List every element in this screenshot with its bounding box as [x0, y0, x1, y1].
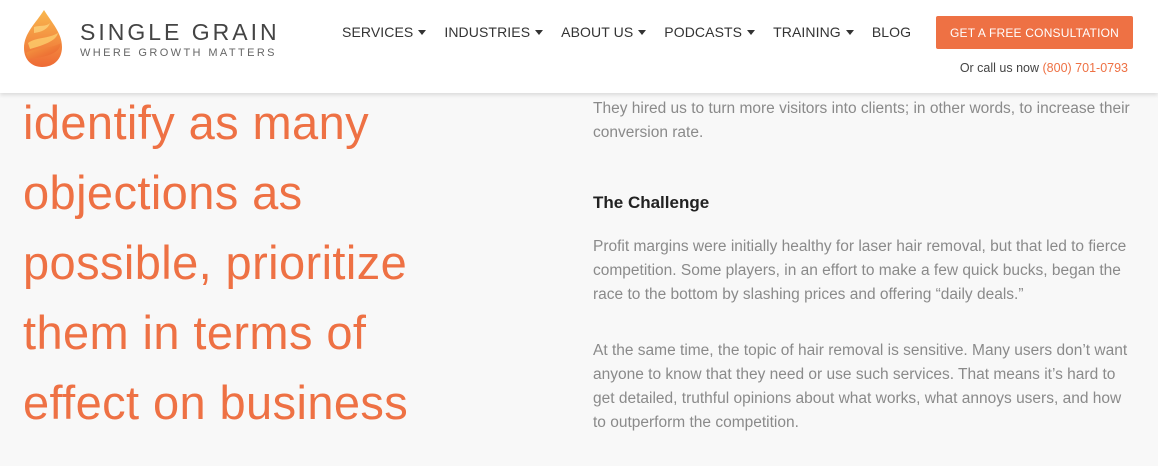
pull-quote-line: identify as many — [23, 96, 370, 149]
caret-down-icon — [418, 30, 427, 35]
nav-item-label: TRAINING — [773, 24, 841, 40]
pull-quote-line: possible, prioritize — [23, 236, 408, 289]
caret-down-icon — [845, 30, 854, 35]
caret-down-icon — [747, 30, 756, 35]
logo-tagline: WHERE GROWTH MATTERS — [80, 46, 277, 59]
nav-item-podcasts[interactable]: PODCASTS — [664, 24, 756, 40]
nav-item-about-us[interactable]: ABOUT US — [561, 24, 647, 40]
nav-item-label: ABOUT US — [561, 24, 634, 40]
call-us-text: Or call us now — [959, 61, 1040, 75]
phone-link[interactable]: (800) 701-0793 — [1043, 61, 1128, 75]
intro-paragraph: They hired us to turn more visitors into… — [593, 100, 1130, 141]
logo-link[interactable]: SINGLE GRAIN WHERE GROWTH MATTERS — [22, 9, 280, 69]
pull-quote-line: objections as — [23, 166, 303, 219]
pull-quote: identify as many objections as possible,… — [23, 88, 493, 438]
nav-item-training[interactable]: TRAINING — [773, 24, 854, 40]
nav-item-label: PODCASTS — [664, 24, 743, 40]
site-header: SINGLE GRAIN WHERE GROWTH MATTERS SERVIC… — [0, 0, 1158, 93]
nav-item-services[interactable]: SERVICES — [342, 24, 427, 40]
nav-item-label: INDUSTRIES — [444, 24, 531, 40]
caret-down-icon — [638, 30, 647, 35]
free-consultation-button[interactable]: GET A FREE CONSULTATION — [936, 16, 1133, 49]
nav-item-label: BLOG — [871, 24, 912, 40]
caret-down-icon — [535, 30, 544, 35]
article-body: They hired us to turn more visitors into… — [593, 97, 1138, 435]
pull-quote-line: effect on business — [23, 376, 409, 429]
logo-name: SINGLE GRAIN — [80, 18, 280, 45]
challenge-paragraph-2: At the same time, the topic of hair remo… — [593, 342, 1128, 431]
call-us-line: Or call us now (800) 701-0793 — [960, 61, 1128, 75]
single-grain-logo-icon — [24, 10, 62, 67]
nav-item-label: SERVICES — [342, 24, 414, 40]
challenge-heading: The Challenge — [593, 193, 710, 212]
challenge-paragraph-1: Profit margins were initially healthy fo… — [593, 238, 1127, 303]
nav-item-blog[interactable]: BLOG — [872, 24, 911, 40]
pull-quote-line: them in terms of — [23, 306, 367, 359]
nav-item-industries[interactable]: INDUSTRIES — [444, 24, 544, 40]
main-nav: SERVICES INDUSTRIES ABOUT US PODCASTS TR… — [342, 24, 929, 40]
